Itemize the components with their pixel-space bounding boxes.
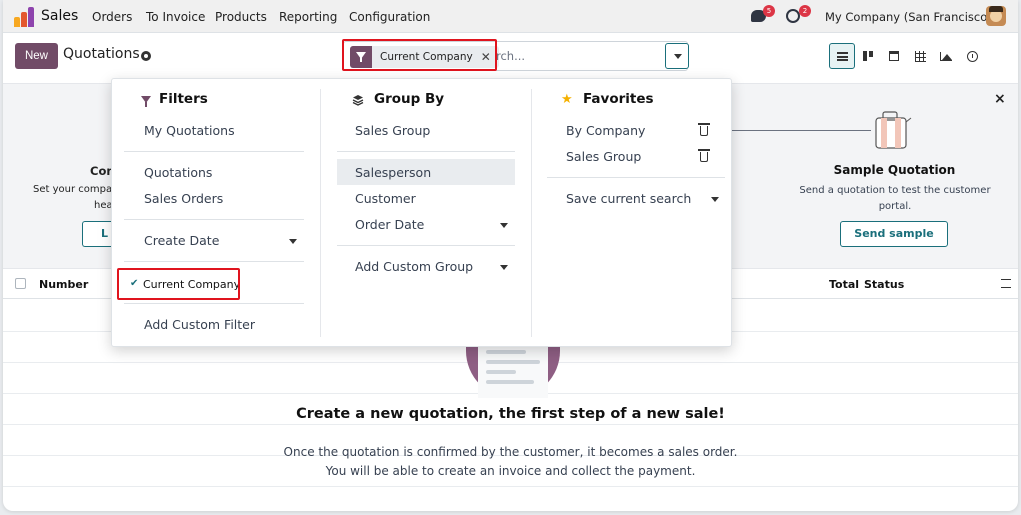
groupby-order-date[interactable]: Order Date	[355, 217, 424, 232]
search-facet: Current Company ✕	[350, 46, 499, 68]
favorite-by-company[interactable]: By Company	[566, 123, 645, 138]
graph-view-button[interactable]	[933, 43, 959, 69]
menu-reporting[interactable]: Reporting	[279, 10, 337, 24]
filter-current-company[interactable]: Current Company	[143, 278, 240, 291]
activities-clock-icon[interactable]	[786, 9, 800, 23]
column-total[interactable]: Total	[829, 278, 859, 291]
close-helper-button[interactable]: ×	[994, 91, 1006, 107]
breadcrumb-title: Quotations	[63, 46, 140, 62]
favorites-title: Favorites	[583, 91, 654, 107]
delete-favorite-icon[interactable]	[698, 149, 710, 162]
suitcase-icon	[875, 111, 912, 149]
filter-sales-orders[interactable]: Sales Orders	[144, 191, 223, 206]
save-current-search[interactable]: Save current search	[566, 191, 691, 206]
chevron-down-icon[interactable]	[500, 223, 508, 228]
activity-view-button[interactable]	[959, 43, 985, 69]
kanban-view-icon	[863, 51, 873, 61]
empty-row-line	[3, 424, 1018, 425]
filter-my-quotations[interactable]: My Quotations	[144, 123, 235, 138]
user-avatar[interactable]	[986, 6, 1006, 26]
messages-badge: 5	[763, 5, 775, 17]
filter-create-date[interactable]: Create Date	[144, 233, 219, 248]
calendar-view-button[interactable]	[881, 43, 907, 69]
menu-orders[interactable]: Orders	[92, 10, 132, 24]
helper-left-button[interactable]: L	[82, 221, 112, 247]
groupby-sales-group[interactable]: Sales Group	[355, 123, 430, 138]
gear-icon[interactable]	[141, 51, 151, 61]
activities-badge: 2	[799, 5, 811, 17]
groupby-customer[interactable]: Customer	[355, 191, 416, 206]
helper-left-desc-2: hea	[94, 200, 113, 211]
groupby-salesperson[interactable]: Salesperson	[355, 165, 431, 180]
list-view-icon	[836, 51, 848, 61]
company-switcher[interactable]: My Company (San Francisco)	[825, 10, 992, 24]
new-button[interactable]: New	[15, 43, 58, 69]
search-bar[interactable]: Current Company ✕ rch...	[343, 41, 688, 71]
add-custom-filter[interactable]: Add Custom Filter	[144, 317, 255, 332]
sample-quotation-desc: Send a quotation to test the customer po…	[799, 185, 991, 212]
top-navbar: Sales Orders To Invoice Products Reporti…	[3, 0, 1018, 33]
groupby-title: Group By	[374, 91, 445, 107]
sample-quotation-title: Sample Quotation	[833, 163, 956, 177]
delete-favorite-icon[interactable]	[698, 123, 710, 136]
check-icon: ✔	[130, 278, 139, 289]
menu-products[interactable]: Products	[215, 10, 267, 24]
chevron-down-icon[interactable]	[711, 197, 719, 202]
filter-funnel-icon	[141, 96, 151, 107]
list-view-button[interactable]	[829, 43, 855, 69]
filter-quotations[interactable]: Quotations	[144, 165, 212, 180]
send-sample-button[interactable]: Send sample	[840, 221, 948, 247]
filter-funnel-icon	[350, 46, 372, 68]
filters-title: Filters	[159, 91, 208, 107]
view-switcher	[829, 43, 985, 69]
empty-state-title: Create a new quotation, the first step o…	[296, 406, 725, 422]
helper-connector-line	[728, 130, 871, 131]
select-all-checkbox[interactable]	[15, 278, 26, 289]
pivot-view-icon	[914, 50, 926, 62]
menu-configuration[interactable]: Configuration	[349, 10, 430, 24]
sales-app-icon[interactable]	[14, 7, 34, 27]
facet-label: Current Company	[380, 51, 473, 63]
pivot-view-button[interactable]	[907, 43, 933, 69]
menu-to-invoice[interactable]: To Invoice	[146, 10, 205, 24]
optional-columns-icon[interactable]	[1001, 279, 1011, 288]
search-options-toggle[interactable]	[665, 43, 689, 69]
graph-view-icon	[940, 51, 952, 61]
app-name[interactable]: Sales	[41, 8, 78, 24]
kanban-view-button[interactable]	[855, 43, 881, 69]
search-input[interactable]: rch...	[496, 49, 525, 63]
column-number[interactable]: Number	[39, 278, 88, 291]
chevron-down-icon[interactable]	[500, 265, 508, 270]
helper-left-desc-1: Set your compa	[33, 184, 113, 195]
layers-icon	[352, 95, 364, 106]
chevron-down-icon[interactable]	[289, 239, 297, 244]
calendar-view-icon	[889, 51, 899, 61]
add-custom-group[interactable]: Add Custom Group	[355, 259, 473, 274]
column-status[interactable]: Status	[864, 278, 904, 291]
search-options-dropdown: Filters My Quotations Quotations Sales O…	[111, 78, 732, 347]
empty-state-line-1: Once the quotation is confirmed by the c…	[283, 445, 738, 459]
empty-row-line	[3, 486, 1018, 487]
star-icon: ★	[561, 92, 573, 107]
empty-state-line-2: You will be able to create an invoice an…	[325, 464, 696, 478]
app-frame: Sales Orders To Invoice Products Reporti…	[3, 0, 1018, 511]
activity-view-icon	[966, 50, 978, 62]
favorite-sales-group[interactable]: Sales Group	[566, 149, 641, 164]
